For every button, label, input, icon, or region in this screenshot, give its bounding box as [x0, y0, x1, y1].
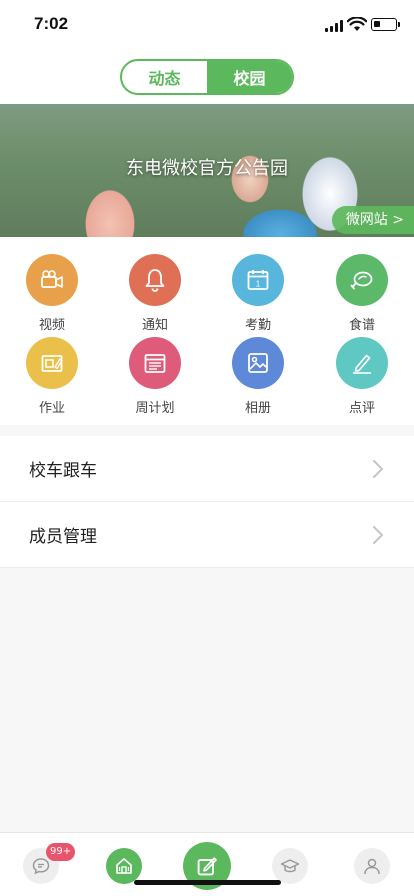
battery-icon: [371, 18, 400, 31]
function-grid: 视频 通知 1 考勤 食谱 作业 周计划 相册 点评: [0, 237, 414, 425]
list-item-member-management[interactable]: 成员管理: [0, 502, 414, 568]
header: 动态 校园: [0, 52, 414, 104]
tab-profile[interactable]: [354, 848, 390, 884]
grid-label: 考勤: [244, 318, 271, 333]
grid-label: 周计划: [135, 401, 175, 416]
tab-bar: 99+: [0, 832, 414, 896]
video-camera-icon: [26, 254, 78, 306]
grid-item-video[interactable]: 视频: [12, 254, 92, 340]
graduation-cap-icon: [280, 859, 300, 873]
wifi-icon: [347, 17, 367, 31]
photo-album-icon: [232, 337, 284, 389]
weekly-plan-icon: [129, 337, 181, 389]
tab-school[interactable]: [106, 848, 142, 884]
chevron-right-icon: [373, 460, 384, 478]
grid-label: 作业: [38, 401, 65, 416]
school-home-icon: [116, 858, 132, 874]
status-bar: 7:02: [0, 0, 414, 52]
chat-icon: [32, 858, 50, 875]
homework-icon: [26, 337, 78, 389]
home-indicator: [134, 880, 281, 885]
grid-label: 点评: [348, 401, 375, 416]
status-time: 7:02: [34, 14, 69, 33]
profile-icon: [364, 858, 380, 875]
tab-campus[interactable]: 校园: [207, 61, 292, 93]
menu-list: 校车跟车 成员管理: [0, 436, 414, 568]
list-item-label: 成员管理: [29, 527, 97, 547]
battery-level: [374, 21, 380, 27]
chicken-leg-icon: [336, 254, 388, 306]
grid-label: 视频: [38, 318, 65, 333]
grid-item-photo-album[interactable]: 相册: [218, 337, 298, 423]
unread-badge: 99+: [46, 843, 76, 861]
calendar-icon: 1: [232, 254, 284, 306]
grid-item-attendance[interactable]: 1 考勤: [218, 254, 298, 340]
bell-icon: [129, 254, 181, 306]
tab-dynamics[interactable]: 动态: [122, 61, 207, 93]
compose-icon: [197, 857, 217, 876]
svg-text:1: 1: [256, 280, 261, 289]
grid-item-recipe[interactable]: 食谱: [322, 254, 402, 340]
list-item-label: 校车跟车: [29, 461, 97, 481]
grid-item-notice[interactable]: 通知: [115, 254, 195, 340]
grid-label: 相册: [244, 401, 271, 416]
grid-label: 食谱: [348, 318, 375, 333]
banner[interactable]: 东电微校官方公告园 微网站 >: [0, 104, 414, 237]
cellular-signal-icon: [325, 20, 345, 32]
grid-item-weekly-plan[interactable]: 周计划: [115, 337, 195, 423]
banner-title: 东电微校官方公告园: [126, 158, 288, 179]
list-item-school-bus[interactable]: 校车跟车: [0, 436, 414, 502]
chevron-right-icon: [373, 526, 384, 544]
grid-label: 通知: [141, 318, 168, 333]
tab-education[interactable]: [272, 848, 308, 884]
grid-item-review[interactable]: 点评: [322, 337, 402, 423]
micro-website-link[interactable]: 微网站 >: [331, 206, 414, 234]
grid-item-homework[interactable]: 作业: [12, 337, 92, 423]
segmented-control: 动态 校园: [120, 59, 294, 95]
pencil-icon: [336, 337, 388, 389]
